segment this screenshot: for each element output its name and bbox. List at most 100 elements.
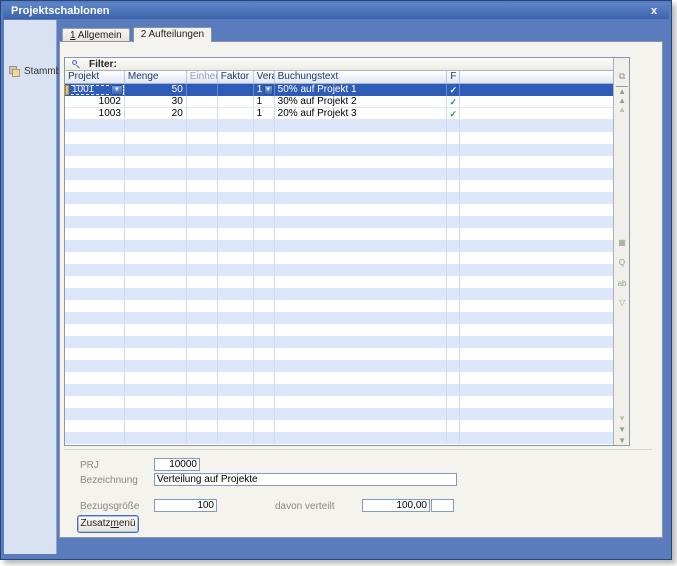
cell-einheit bbox=[187, 324, 218, 336]
tab-allgemein[interactable]: 1 Allgemein bbox=[62, 28, 130, 41]
tab-aufteilungen[interactable]: 2 Aufteilungen bbox=[133, 27, 212, 42]
table-row[interactable] bbox=[65, 408, 613, 420]
cell-vera bbox=[254, 156, 275, 168]
table-row[interactable] bbox=[65, 180, 613, 192]
cell-f bbox=[447, 192, 460, 204]
table-row[interactable] bbox=[65, 216, 613, 228]
search-grid-icon[interactable]: Q bbox=[616, 258, 628, 267]
cell-einheit bbox=[187, 384, 218, 396]
cell-filler bbox=[460, 372, 613, 384]
scroll-down-icon[interactable]: ▼ bbox=[616, 425, 628, 434]
zusatzmenu-label-post: enü bbox=[119, 518, 136, 529]
cell-f: ✓ bbox=[447, 96, 460, 107]
cell-filler bbox=[460, 276, 613, 288]
table-row[interactable] bbox=[65, 204, 613, 216]
checkmark-icon: ✓ bbox=[450, 109, 458, 119]
bezugsgroesse-field[interactable] bbox=[154, 499, 217, 512]
cell-vera bbox=[254, 324, 275, 336]
column-header-projekt[interactable]: Projekt bbox=[65, 71, 125, 83]
table-row[interactable] bbox=[65, 324, 613, 336]
cell-einheit bbox=[187, 84, 218, 96]
cell-menge bbox=[125, 120, 187, 132]
table-row[interactable] bbox=[65, 372, 613, 384]
table-row[interactable]: 1001▼501▼50% auf Projekt 1✓ bbox=[65, 84, 613, 96]
table-row[interactable] bbox=[65, 396, 613, 408]
cell-filler bbox=[460, 300, 613, 312]
scroll-up-page-icon[interactable]: ▲ bbox=[616, 105, 628, 114]
table-row[interactable] bbox=[65, 144, 613, 156]
table-row[interactable] bbox=[65, 432, 613, 444]
projekt-dropdown-icon[interactable]: ▼ bbox=[111, 85, 123, 95]
grid-filter-row[interactable]: Filter: bbox=[65, 58, 613, 71]
cell-filler bbox=[460, 360, 613, 372]
filter-funnel-icon[interactable]: ▽ bbox=[616, 298, 628, 307]
cell-buchungstext bbox=[275, 372, 448, 384]
column-header-buchungstext[interactable]: Buchungstext bbox=[275, 71, 448, 83]
cell-f bbox=[447, 228, 460, 240]
cell-projekt bbox=[65, 324, 125, 336]
table-row[interactable] bbox=[65, 420, 613, 432]
table-row[interactable] bbox=[65, 228, 613, 240]
cell-einheit bbox=[187, 132, 218, 144]
cell-faktor bbox=[218, 300, 254, 312]
column-chooser-icon[interactable]: ⧉ bbox=[616, 72, 628, 81]
table-row[interactable] bbox=[65, 384, 613, 396]
table-row[interactable] bbox=[65, 264, 613, 276]
cell-menge bbox=[125, 384, 187, 396]
table-row[interactable]: 100230130% auf Projekt 2✓ bbox=[65, 96, 613, 108]
cell-projekt bbox=[65, 408, 125, 420]
column-header-f[interactable]: F bbox=[447, 71, 460, 83]
edit-icon[interactable]: ab bbox=[616, 279, 628, 288]
cell-f bbox=[447, 324, 460, 336]
cell-menge bbox=[125, 396, 187, 408]
table-row[interactable] bbox=[65, 360, 613, 372]
scroll-up-icon[interactable]: ▲ bbox=[616, 96, 628, 105]
close-icon[interactable]: x bbox=[647, 4, 661, 18]
extra-field[interactable] bbox=[431, 499, 454, 512]
cell-filler bbox=[460, 264, 613, 276]
cell-filler bbox=[460, 168, 613, 180]
cell-f: ✓ bbox=[447, 108, 460, 119]
cell-faktor bbox=[218, 240, 254, 252]
cell-menge bbox=[125, 360, 187, 372]
cell-vera bbox=[254, 264, 275, 276]
table-row[interactable] bbox=[65, 192, 613, 204]
prj-field[interactable] bbox=[154, 458, 200, 471]
table-row[interactable]: 100320120% auf Projekt 3✓ bbox=[65, 108, 613, 120]
table-row[interactable] bbox=[65, 168, 613, 180]
zusatzmenu-button[interactable]: Zusatzmenü bbox=[77, 515, 139, 533]
davon-verteilt-field[interactable] bbox=[362, 499, 430, 512]
scroll-bottom-icon[interactable]: ▼ bbox=[616, 436, 628, 446]
cell-faktor bbox=[218, 216, 254, 228]
table-row[interactable] bbox=[65, 132, 613, 144]
table-row[interactable] bbox=[65, 240, 613, 252]
vera-dropdown-icon[interactable]: ▼ bbox=[264, 85, 273, 95]
column-header-vera[interactable]: Vera bbox=[254, 71, 275, 83]
cell-vera bbox=[254, 336, 275, 348]
column-header-einheit[interactable]: Einheit bbox=[187, 71, 218, 83]
grid-view-icon[interactable]: ▦ bbox=[616, 238, 628, 247]
scroll-down-page-icon[interactable]: ▼ bbox=[616, 414, 628, 423]
column-header-menge[interactable]: Menge bbox=[125, 71, 187, 83]
cell-buchungstext bbox=[275, 312, 448, 324]
cell-f bbox=[447, 396, 460, 408]
bezeichnung-field[interactable] bbox=[154, 473, 457, 486]
table-row[interactable] bbox=[65, 276, 613, 288]
table-row[interactable] bbox=[65, 120, 613, 132]
table-row[interactable] bbox=[65, 288, 613, 300]
cell-f bbox=[447, 180, 460, 192]
table-row[interactable] bbox=[65, 312, 613, 324]
cell-menge bbox=[125, 432, 187, 444]
table-row[interactable] bbox=[65, 336, 613, 348]
table-row[interactable] bbox=[65, 252, 613, 264]
cell-menge bbox=[125, 168, 187, 180]
cell-menge bbox=[125, 312, 187, 324]
table-row[interactable] bbox=[65, 156, 613, 168]
cell-f: ✓ bbox=[447, 84, 460, 96]
scroll-top-icon[interactable]: ▲ bbox=[616, 86, 628, 96]
column-header-faktor[interactable]: Faktor bbox=[218, 71, 254, 83]
cell-f bbox=[447, 288, 460, 300]
cell-einheit bbox=[187, 120, 218, 132]
table-row[interactable] bbox=[65, 300, 613, 312]
table-row[interactable] bbox=[65, 348, 613, 360]
